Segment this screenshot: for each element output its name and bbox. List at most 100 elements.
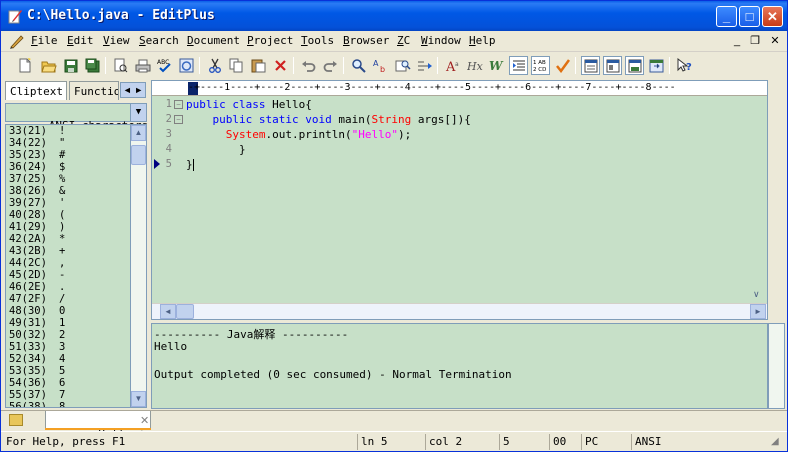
menu-view[interactable]: View [103, 34, 130, 47]
redo-icon[interactable] [321, 56, 340, 75]
mdi-close-button[interactable]: ✕ [767, 33, 783, 49]
list-item[interactable]: 38(26) & [6, 185, 130, 197]
title-bar[interactable]: C:\Hello.java - EditPlus _ □ ✕ [1, 1, 787, 31]
list-item[interactable]: 34(22) " [6, 137, 130, 149]
indent-icon[interactable] [509, 56, 528, 75]
context-help-icon[interactable]: ? [675, 56, 694, 75]
menu-document[interactable]: Document [187, 34, 240, 47]
list-item[interactable]: 46(2E). [6, 281, 130, 293]
list-item[interactable]: 42(2A) * [6, 233, 130, 245]
find-in-files-icon[interactable] [393, 56, 412, 75]
fold-marker-icon[interactable]: − [174, 115, 183, 124]
save-icon[interactable] [61, 56, 80, 75]
menu-window[interactable]: Window [421, 34, 461, 47]
cliptext-library-select[interactable]: ANSI characters ▼ [5, 103, 148, 132]
list-item[interactable]: 43(2B) + [6, 245, 130, 257]
scroll-down-icon[interactable]: ▼ [131, 391, 146, 407]
output-scrollbar[interactable] [768, 323, 785, 409]
close-tab-icon[interactable]: ✕ [140, 414, 149, 427]
list-item[interactable]: 33(21)! [6, 125, 130, 137]
scroll-thumb[interactable] [131, 145, 146, 165]
output-window-icon[interactable] [625, 56, 644, 75]
list-item[interactable]: 40(28) ( [6, 209, 130, 221]
ansi-char-list[interactable]: 33(21)! 34(22) " 35(23) #36(24) $37(25)% 38(26… [5, 124, 130, 408]
list-item[interactable]: 37(25)% [6, 173, 130, 185]
copy-icon[interactable] [227, 56, 246, 75]
delete-icon[interactable] [271, 56, 290, 75]
editor-horizontal-scrollbar[interactable]: ◄ ► [152, 303, 767, 319]
menu-project[interactable]: Project [247, 34, 293, 47]
list-item[interactable]: 45(2D) - [6, 269, 130, 281]
tab-cliptext[interactable]: Cliptext [5, 81, 67, 100]
scroll-thumb[interactable] [176, 304, 194, 319]
list-item[interactable]: 41(29)) [6, 221, 130, 233]
resize-grip-icon[interactable]: ◢ [771, 436, 779, 447]
replace-icon[interactable]: Ab [371, 56, 390, 75]
list-item[interactable]: 54(36) 6 [6, 377, 130, 389]
menu-tools[interactable]: Tools [301, 34, 334, 47]
fold-marker-icon[interactable]: − [174, 100, 183, 109]
menu-search[interactable]: Search [139, 34, 179, 47]
scroll-up-icon[interactable]: ▲ [131, 125, 146, 141]
menu-zc[interactable]: ZC [397, 34, 410, 47]
list-item[interactable]: 50(32) 2 [6, 329, 130, 341]
menu-browser[interactable]: Browser [343, 34, 389, 47]
cliptext-scrollbar[interactable]: ▲ ▼ [130, 124, 147, 408]
undo-icon[interactable] [299, 56, 318, 75]
minimize-button[interactable]: _ [716, 6, 737, 27]
goto-line-icon[interactable] [415, 56, 434, 75]
find-icon[interactable] [349, 56, 368, 75]
print-icon[interactable] [133, 56, 152, 75]
checkmark-icon[interactable] [553, 56, 572, 75]
list-item[interactable]: 44(2C), [6, 257, 130, 269]
code-line-4: } [186, 143, 246, 156]
list-item[interactable]: 36(24) $ [6, 161, 130, 173]
list-item[interactable]: 47(2F) / [6, 293, 130, 305]
mdi-minimize-button[interactable]: _ [729, 33, 745, 49]
editor-vertical-scrollbar[interactable]: ∨ [750, 97, 767, 303]
browser-preview-icon[interactable] [177, 56, 196, 75]
char-glyph: * [59, 233, 66, 245]
maximize-button[interactable]: □ [739, 6, 760, 27]
cliptext-window-icon[interactable] [581, 56, 600, 75]
chevron-down-icon[interactable]: ▼ [130, 104, 146, 121]
code-editor[interactable]: -+----1----+----2----+----3----+----4---… [151, 80, 768, 320]
scroll-right-icon[interactable]: ► [750, 304, 766, 319]
hex-icon[interactable]: Hx [465, 56, 484, 75]
open-folder-icon[interactable] [39, 56, 58, 75]
list-item[interactable]: 35(23) # [6, 149, 130, 161]
scroll-down-icon[interactable]: ∨ [753, 289, 760, 300]
print-preview-icon[interactable] [111, 56, 130, 75]
mdi-restore-button[interactable]: ❐ [747, 33, 763, 49]
line-number-icon[interactable]: 1 AB 2 CD [531, 56, 550, 75]
word-wrap-icon[interactable]: W [487, 56, 506, 75]
cut-icon[interactable] [205, 56, 224, 75]
font-icon[interactable]: Aa [443, 56, 462, 75]
list-item[interactable]: 51(33) 3 [6, 341, 130, 353]
char-code: 36(24) [9, 161, 47, 173]
char-glyph: , [59, 257, 66, 269]
list-item[interactable]: 48(30) 0 [6, 305, 130, 317]
save-all-icon[interactable] [83, 56, 102, 75]
menu-file[interactable]: File [31, 34, 58, 47]
full-screen-icon[interactable] [647, 56, 666, 75]
menu-help[interactable]: Help [469, 34, 496, 47]
status-file-mode: PC [581, 434, 629, 450]
list-item[interactable]: 49(31) 1 [6, 317, 130, 329]
list-item[interactable]: 52(34) 4 [6, 353, 130, 365]
new-file-icon[interactable] [15, 56, 34, 75]
output-window[interactable]: ---------- Java解释 ---------- Hello Outpu… [151, 323, 768, 409]
folder-icon[interactable] [9, 414, 23, 426]
spell-check-icon[interactable]: ABC [155, 56, 174, 75]
close-button[interactable]: ✕ [762, 6, 783, 27]
directory-window-icon[interactable] [603, 56, 622, 75]
scroll-left-icon[interactable]: ◄ [160, 304, 176, 319]
tab-scroll-arrows[interactable]: ◄ ► [120, 82, 146, 98]
paste-icon[interactable] [249, 56, 268, 75]
list-item[interactable]: 56(38) 8 [6, 401, 130, 407]
list-item[interactable]: 53(35) 5 [6, 365, 130, 377]
tab-functions[interactable]: Functio [69, 81, 119, 100]
list-item[interactable]: 39(27) ' [6, 197, 130, 209]
list-item[interactable]: 55(37) 7 [6, 389, 130, 401]
menu-edit[interactable]: Edit [67, 34, 94, 47]
